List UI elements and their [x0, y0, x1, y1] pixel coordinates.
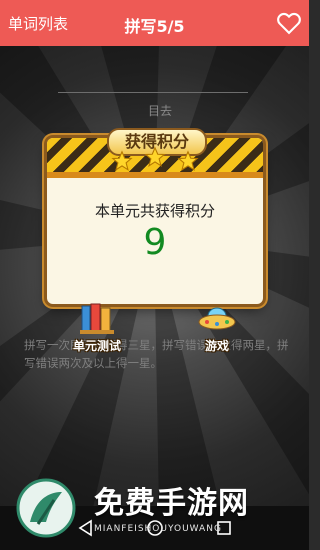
score-dialog: 获得积分 本单元共获得积分 9 — [47, 128, 263, 304]
heart-icon[interactable] — [275, 9, 303, 37]
top-bar: 单词列表 拼写5/5 — [0, 0, 309, 46]
books-icon — [80, 303, 114, 334]
star-icon — [144, 146, 166, 167]
instruction-text: 拼写一次即可以获得三星，拼写错误一次得两星，拼写错误两次及以上得一星。 — [24, 338, 289, 370]
home-icon[interactable] — [145, 518, 165, 538]
system-nav-bar — [0, 506, 309, 550]
content-area: 目去 拼写一次即可以获得三星，拼写错误一次得两星，拼写错误两次及以上得一星。 获… — [0, 46, 309, 506]
game-label: 游戏 — [204, 339, 229, 353]
star-icon — [111, 150, 133, 171]
score-message: 本单元共获得积分 — [94, 202, 215, 220]
unit-test-button[interactable]: 单元测试 — [68, 302, 126, 354]
game-button[interactable]: 游戏 — [188, 302, 246, 354]
star-icon — [177, 150, 199, 171]
word-list-button[interactable]: 单词列表 — [8, 13, 68, 34]
recent-apps-icon[interactable] — [214, 518, 234, 538]
unit-test-label: 单元测试 — [72, 339, 121, 353]
ufo-icon — [198, 307, 236, 330]
star-rating — [47, 146, 263, 174]
score-value: 9 — [143, 222, 167, 263]
back-icon[interactable] — [76, 518, 96, 538]
word-hint: 目去 — [148, 104, 173, 118]
divider-line — [58, 92, 248, 93]
